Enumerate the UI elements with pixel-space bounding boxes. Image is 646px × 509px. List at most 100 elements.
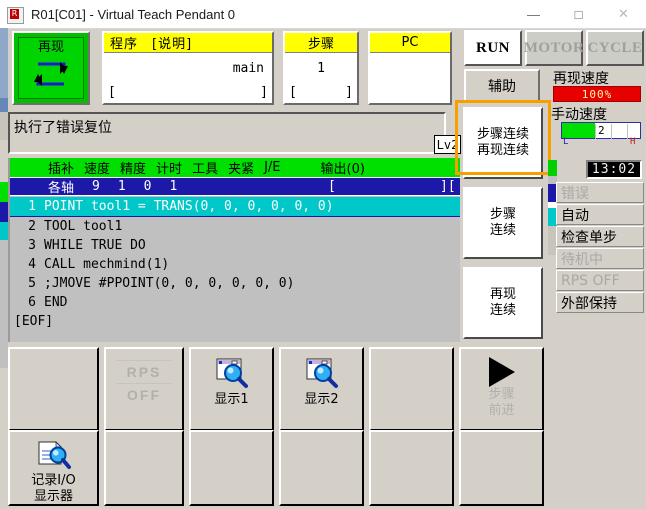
manual-speed-high-mark: H <box>630 137 636 147</box>
col-accuracy: 精度 <box>120 162 147 177</box>
col-je: J/E <box>264 160 281 175</box>
function-key-blank-2[interactable] <box>369 347 454 431</box>
pc-panel[interactable]: PC <box>368 31 452 105</box>
maximize-button[interactable]: □ <box>556 0 601 28</box>
code-line[interactable]: 2 TOOL tool1 <box>10 217 460 236</box>
val-accuracy: 1 <box>117 179 126 194</box>
fkey-step-fwd-line1: 步骤 <box>488 387 515 402</box>
val-bracket-2: ][ <box>440 179 456 194</box>
motor-status-button[interactable]: MOTOR <box>524 30 584 66</box>
program-code-view[interactable]: 插补 速度 精度 计时 工具 夹紧 J/E 输出(0) 各轴 9 1 0 1 [… <box>8 158 460 342</box>
replay-speed-bar[interactable]: 100% <box>553 86 641 102</box>
manual-speed-value: 2 <box>598 124 605 137</box>
function-key-blank-5[interactable] <box>279 430 364 506</box>
cycle-status-button[interactable]: CYCLE <box>586 30 644 66</box>
step-panel[interactable]: 步骤 1 [ ] <box>283 31 359 105</box>
program-panel[interactable]: 程序 [说明] main [ ] <box>102 31 274 105</box>
window-title: R01[C01] - Virtual Teach Pendant 0 <box>31 6 236 22</box>
function-key-blank-3[interactable] <box>104 430 184 506</box>
step-continuous-button[interactable]: 步骤 连续 <box>463 187 543 259</box>
code-eof-marker: [EOF] <box>14 314 54 329</box>
message-text: 执行了错误复位 <box>14 120 112 136</box>
step-bracket-left: [ <box>289 85 297 100</box>
fkey-display1-label: 显示1 <box>214 392 249 407</box>
btn-line2: 连续 <box>489 223 516 238</box>
close-button[interactable]: ✕ <box>601 0 646 28</box>
step-bracket-right: ] <box>345 85 353 100</box>
val-timer: 0 <box>143 179 152 194</box>
mode-replay-button[interactable]: 再现 <box>12 31 90 105</box>
val-bracket-1: [ <box>328 179 336 194</box>
code-line-list: 1 POINT tool1 = TRANS(0, 0, 0, 0, 0, 0) … <box>10 196 460 331</box>
btn-line1: 步骤连续 <box>476 127 529 142</box>
fkey-step-fwd-line2: 前进 <box>488 403 515 418</box>
function-key-rps-off[interactable]: RPS OFF <box>104 347 184 431</box>
function-key-io-monitor[interactable]: 记录I/O 显示器 <box>8 430 99 506</box>
continuous-mode-group: 步骤连续 再现连续 步骤 连续 再现 连续 <box>459 103 547 345</box>
title-bar: R R01[C01] - Virtual Teach Pendant 0 — □… <box>0 0 646 29</box>
code-line-text: END <box>44 295 68 310</box>
code-values-row: 各轴 9 1 0 1 [ ][ <box>10 177 460 196</box>
code-line-number: 5 <box>28 276 36 291</box>
val-tool: 1 <box>169 179 178 194</box>
status-item-auto[interactable]: 自动 <box>556 204 644 225</box>
replay-continuous-button[interactable]: 再现 连续 <box>463 267 543 339</box>
code-line[interactable]: 5 ;JMOVE #PPOINT(0, 0, 0, 0, 0, 0) <box>10 274 460 293</box>
btn-line1: 步骤 <box>489 207 516 222</box>
clock-display: 13:02 <box>586 160 642 179</box>
fkey-io-line2: 显示器 <box>33 489 73 504</box>
status-item-check-step[interactable]: 检查单步 <box>556 226 644 247</box>
manual-speed-label: 手动速度 <box>551 107 607 123</box>
col-timer: 计时 <box>156 162 183 177</box>
play-triangle-icon <box>488 357 515 387</box>
function-key-blank-4[interactable] <box>189 430 274 506</box>
code-line[interactable]: 1 POINT tool1 = TRANS(0, 0, 0, 0, 0, 0) <box>10 197 460 217</box>
code-line-text: POINT tool1 = TRANS(0, 0, 0, 0, 0, 0) <box>44 199 334 214</box>
code-line[interactable]: 6 END <box>10 293 460 312</box>
status-item-rps-off[interactable]: RPS OFF <box>556 270 644 291</box>
message-bar: 执行了错误复位 <box>8 112 446 154</box>
col-tool: 工具 <box>192 162 219 177</box>
btn-line1: 再现 <box>489 287 516 302</box>
fkey-rps-line1: RPS <box>126 364 162 380</box>
program-name-value: main <box>104 53 272 84</box>
function-key-display2[interactable]: 显示2 <box>279 347 364 431</box>
aux-button[interactable]: 辅助 <box>464 69 540 103</box>
rps-off-icon <box>116 357 172 364</box>
cycle-arrows-icon <box>30 57 72 95</box>
window-controls: — □ ✕ <box>511 0 646 28</box>
step-and-replay-continuous-button[interactable]: 步骤连续 再现连续 <box>463 107 543 179</box>
col-clamp: 夹紧 <box>228 162 255 177</box>
function-key-blank-6[interactable] <box>369 430 454 506</box>
function-key-blank-1[interactable] <box>8 347 99 431</box>
program-bracket-right: ] <box>260 85 268 100</box>
code-line[interactable]: 4 CALL mechmind(1) <box>10 255 460 274</box>
robot-app-icon: R <box>7 6 24 24</box>
code-line-number: 3 <box>28 238 36 253</box>
btn-line2: 连续 <box>489 303 516 318</box>
function-key-blank-7[interactable] <box>459 430 544 506</box>
status-item-standby[interactable]: 待机中 <box>556 248 644 269</box>
code-line-text: TOOL tool1 <box>44 219 123 234</box>
status-item-error[interactable]: 错误 <box>556 182 644 203</box>
run-status-button[interactable]: RUN <box>464 30 522 66</box>
step-panel-header: 步骤 <box>285 33 357 53</box>
col-output: 输出(0) <box>320 162 365 177</box>
code-line[interactable]: 3 WHILE TRUE DO <box>10 236 460 255</box>
fkey-rps-line2: OFF <box>127 387 161 403</box>
function-key-display1[interactable]: 显示1 <box>189 347 274 431</box>
fkey-io-line1: 记录I/O <box>31 473 76 488</box>
mode-replay-label: 再现 <box>37 40 64 55</box>
left-edge-colour-strip <box>0 28 8 368</box>
level-badge: Lv2 <box>434 135 461 154</box>
replay-speed-label: 再现速度 <box>553 71 609 87</box>
magnifier-screen-icon <box>215 357 249 392</box>
btn-line2: 再现连续 <box>476 143 529 158</box>
minimize-button[interactable]: — <box>511 0 556 28</box>
code-line-number: 4 <box>28 257 36 272</box>
status-item-external-hold[interactable]: 外部保持 <box>556 292 644 313</box>
code-line-text: ;JMOVE #PPOINT(0, 0, 0, 0, 0, 0) <box>44 276 295 291</box>
col-interp: 插补 <box>48 162 75 177</box>
manual-speed-bar[interactable]: 2 <box>561 122 641 139</box>
function-key-step-forward[interactable]: 步骤 前进 <box>459 347 544 431</box>
